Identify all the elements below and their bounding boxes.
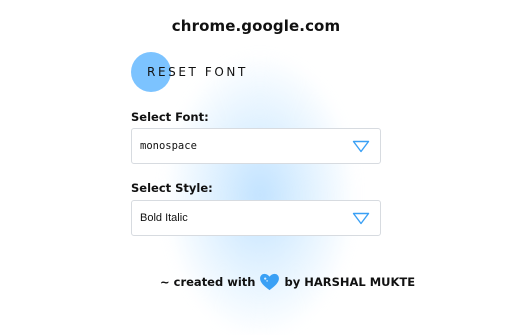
heart-icon — [260, 273, 280, 291]
reset-font-label: RESET FONT — [147, 65, 248, 79]
style-select-value: Bold Italic — [140, 212, 188, 224]
background-glow — [165, 55, 355, 335]
footer-suffix: by HARSHAL MUKTE — [284, 275, 416, 289]
chevron-down-icon — [352, 212, 370, 225]
footer-prefix: ~ created with — [160, 275, 256, 289]
select-style-label: Select Style: — [131, 181, 213, 195]
style-select[interactable]: Bold Italic — [131, 200, 381, 236]
footer-credit: ~ created with by HARSHAL MUKTE — [160, 273, 415, 291]
chevron-down-icon — [352, 140, 370, 153]
font-select-value: monospace — [140, 140, 197, 152]
font-select[interactable]: monospace — [131, 128, 381, 164]
select-font-label: Select Font: — [131, 110, 209, 124]
site-host: chrome.google.com — [171, 17, 341, 35]
reset-font-button[interactable]: RESET FONT — [131, 52, 271, 92]
